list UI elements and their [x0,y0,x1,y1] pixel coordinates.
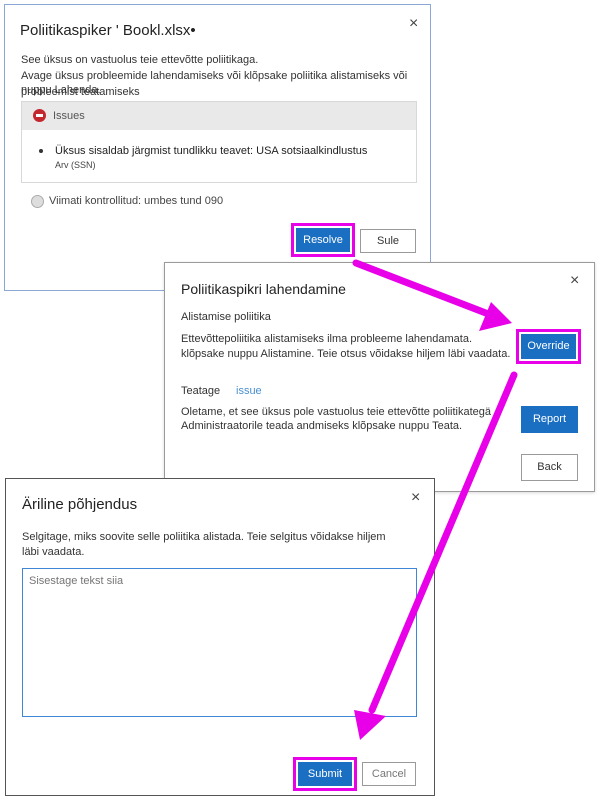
policy-message-line3: nuppu Lahenda. [21,84,101,96]
business-justification-dialog: Äriline põhjendus × Selgitage, miks soov… [5,478,435,796]
error-icon [33,109,46,122]
bullet-icon [39,149,43,153]
justification-textarea[interactable] [22,568,417,717]
justification-instructions-line2: läbi vaadata. [22,546,85,558]
report-description-line2: Administraatorile teada andmiseks klõpsa… [181,420,463,432]
dialog-title: Poliitikaspiker ' Bookl.xlsx• [20,22,196,39]
issues-header-label: Issues [53,110,85,122]
dialog-title: Poliitikaspikri lahendamine [181,281,346,297]
issues-header: Issues [22,102,416,130]
back-button[interactable]: Back [521,454,578,481]
close-button[interactable]: Sule [360,229,416,253]
override-description-line1: Ettevõttepoliitika alistamiseks ilma pro… [181,333,473,345]
policy-message-line1: See üksus on vastuolus teie ettevõtte po… [21,54,259,66]
report-heading-issue: issue [236,385,262,397]
justification-instructions-line1: Selgitage, miks soovite selle poliitika … [22,531,386,543]
submit-button[interactable]: Submit [298,762,352,786]
dialog-title: Äriline põhjendus [22,496,138,513]
override-heading: Alistamise poliitika [181,311,271,323]
close-icon[interactable]: × [409,15,418,33]
report-heading: Teatage [181,385,221,397]
info-icon [31,195,44,208]
issues-panel: Issues Üksus sisaldab järgmist tundlikku… [21,101,417,183]
close-icon[interactable]: × [411,489,420,507]
resolve-dialog: Poliitikaspikri lahendamine × Alistamise… [164,262,595,492]
report-button[interactable]: Report [521,406,578,433]
override-button[interactable]: Override [521,334,576,359]
resolve-button[interactable]: Resolve [296,228,350,252]
close-icon[interactable]: × [570,272,579,290]
override-description-line2: klõpsake nuppu Alistamine. Teie otsus võ… [181,348,511,360]
cancel-button[interactable]: Cancel [362,762,416,786]
issue-text: Üksus sisaldab järgmist tundlikku teavet… [55,145,368,157]
last-checked-text: Viimati kontrollitud: umbes tund 090 [49,195,224,207]
policy-tip-dialog: Poliitikaspiker ' Bookl.xlsx• × See üksu… [4,4,431,291]
issue-subtext: Arv (SSN) [55,160,96,170]
